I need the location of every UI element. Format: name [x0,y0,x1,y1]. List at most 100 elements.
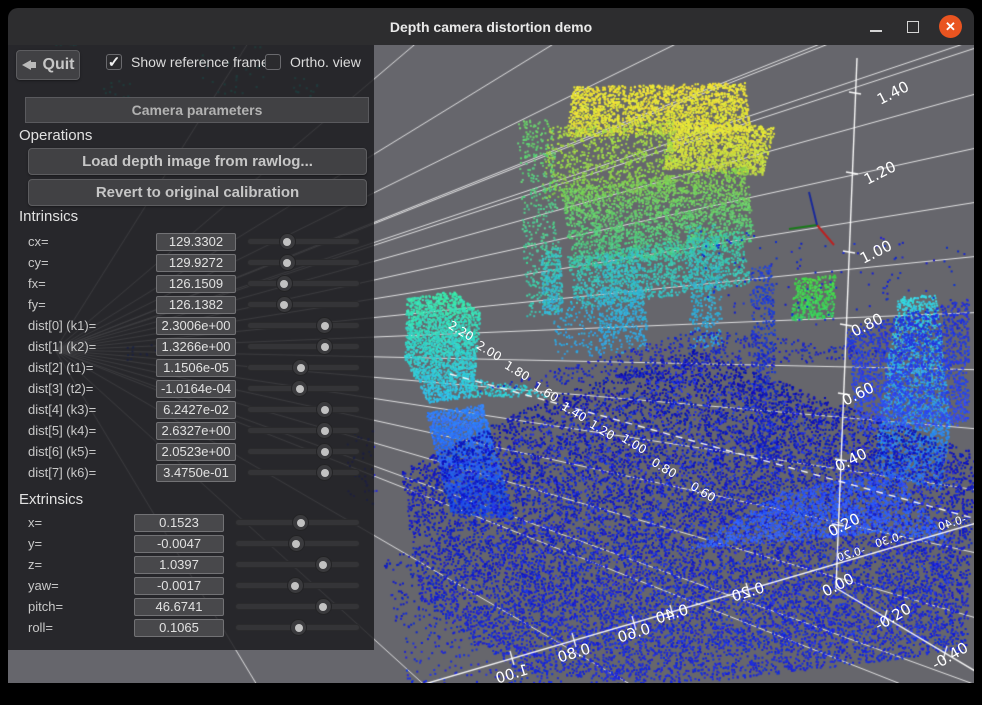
param-label: dist[0] (k1)= [28,318,156,333]
param-value-box[interactable]: 126.1509 [156,275,236,293]
slider-track [247,322,360,329]
intrinsics-section-title: Intrinsics [19,208,78,225]
param-slider[interactable] [247,254,360,271]
param-row: dist[0] (k1)=2.3006e+00 [28,315,360,336]
slider-thumb[interactable] [276,296,293,313]
quit-button[interactable]: Quit [16,50,80,80]
param-slider[interactable] [247,422,360,439]
panel-header[interactable]: Camera parameters [25,97,369,123]
operations-section-title: Operations [19,127,92,144]
param-value-box[interactable]: 1.1506e-05 [156,359,236,377]
slider-thumb[interactable] [292,359,309,376]
param-row: dist[7] (k6)=3.4750e-01 [28,462,360,483]
minimize-icon [870,30,882,32]
panel-header-label: Camera parameters [132,102,263,118]
param-row: dist[3] (t2)=-1.0164e-04 [28,378,360,399]
slider-thumb-dot [319,561,327,569]
param-slider[interactable] [247,359,360,376]
ortho-view-checkbox[interactable] [265,54,281,70]
param-slider[interactable] [247,233,360,250]
param-row: dist[4] (k3)=6.2427e-02 [28,399,360,420]
param-slider[interactable] [247,296,360,313]
param-slider[interactable] [247,275,360,292]
titlebar[interactable]: Depth camera distortion demo ✕ [8,8,974,45]
param-value-box[interactable]: 129.3302 [156,233,236,251]
param-slider[interactable] [247,317,360,334]
close-button[interactable]: ✕ [939,15,962,38]
close-icon: ✕ [945,20,956,33]
slider-thumb-dot [292,540,300,548]
param-value-box[interactable]: 0.1523 [134,514,224,532]
show-reference-frame-checkbox[interactable]: ✓ [106,54,122,70]
param-slider[interactable] [247,464,360,481]
slider-thumb[interactable] [316,401,333,418]
param-value-box[interactable]: -0.0017 [134,577,224,595]
slider-thumb[interactable] [316,317,333,334]
param-row: dist[6] (k5)=2.0523e+00 [28,441,360,462]
slider-thumb[interactable] [287,577,304,594]
param-value-box[interactable]: -0.0047 [134,535,224,553]
param-slider[interactable] [235,535,360,552]
param-value-box[interactable]: 1.0397 [134,556,224,574]
slider-thumb[interactable] [276,275,293,292]
param-label: pitch= [28,599,134,614]
slider-thumb-dot [280,301,288,309]
param-slider[interactable] [247,401,360,418]
slider-thumb[interactable] [279,233,296,250]
window-title: Depth camera distortion demo [390,19,592,35]
param-row: fx=126.1509 [28,273,360,294]
slider-track [247,427,360,434]
param-slider[interactable] [247,338,360,355]
param-label: x= [28,515,134,530]
param-label: dist[3] (t2)= [28,381,156,396]
param-slider[interactable] [235,577,360,594]
param-slider[interactable] [235,619,360,636]
revert-calibration-button[interactable]: Revert to original calibration [28,179,367,206]
param-slider[interactable] [235,514,360,531]
param-slider[interactable] [235,556,360,573]
param-value-box[interactable]: -1.0164e-04 [156,380,236,398]
param-label: dist[5] (k4)= [28,423,156,438]
param-value-box[interactable]: 46.6741 [134,598,224,616]
load-depth-image-button[interactable]: Load depth image from rawlog... [28,148,367,175]
maximize-button[interactable] [902,16,924,38]
slider-thumb[interactable] [279,254,296,271]
param-value-box[interactable]: 2.3006e+00 [156,317,236,335]
param-row: dist[1] (k2)=1.3266e+00 [28,336,360,357]
param-value-box[interactable]: 6.2427e-02 [156,401,236,419]
param-value-box[interactable]: 1.3266e+00 [156,338,236,356]
param-row: dist[5] (k4)=2.6327e+00 [28,420,360,441]
slider-thumb[interactable] [291,380,308,397]
param-label: dist[7] (k6)= [28,465,156,480]
window-controls: ✕ [865,8,962,45]
param-label: dist[6] (k5)= [28,444,156,459]
slider-thumb[interactable] [316,338,333,355]
param-row: pitch=46.6741 [28,596,360,617]
minimize-button[interactable] [865,16,887,38]
slider-thumb-dot [319,603,327,611]
param-value-box[interactable]: 2.0523e+00 [156,443,236,461]
param-slider[interactable] [247,380,360,397]
param-value-box[interactable]: 129.9272 [156,254,236,272]
param-label: cx= [28,234,156,249]
slider-thumb[interactable] [315,556,332,573]
slider-thumb[interactable] [316,464,333,481]
slider-thumb[interactable] [288,535,305,552]
param-value-box[interactable]: 126.1382 [156,296,236,314]
show-reference-frame-option: ✓ Show reference frame [106,54,269,70]
param-value-box[interactable]: 2.6327e+00 [156,422,236,440]
param-value-box[interactable]: 0.1065 [134,619,224,637]
param-slider[interactable] [247,443,360,460]
slider-thumb[interactable] [316,422,333,439]
param-slider[interactable] [235,598,360,615]
slider-track [247,301,360,308]
param-row: z=1.0397 [28,554,360,575]
slider-thumb-dot [280,280,288,288]
param-row: yaw=-0.0017 [28,575,360,596]
slider-thumb[interactable] [315,598,332,615]
slider-thumb[interactable] [316,443,333,460]
param-label: y= [28,536,134,551]
slider-thumb[interactable] [292,514,309,531]
slider-thumb[interactable] [290,619,307,636]
param-value-box[interactable]: 3.4750e-01 [156,464,236,482]
